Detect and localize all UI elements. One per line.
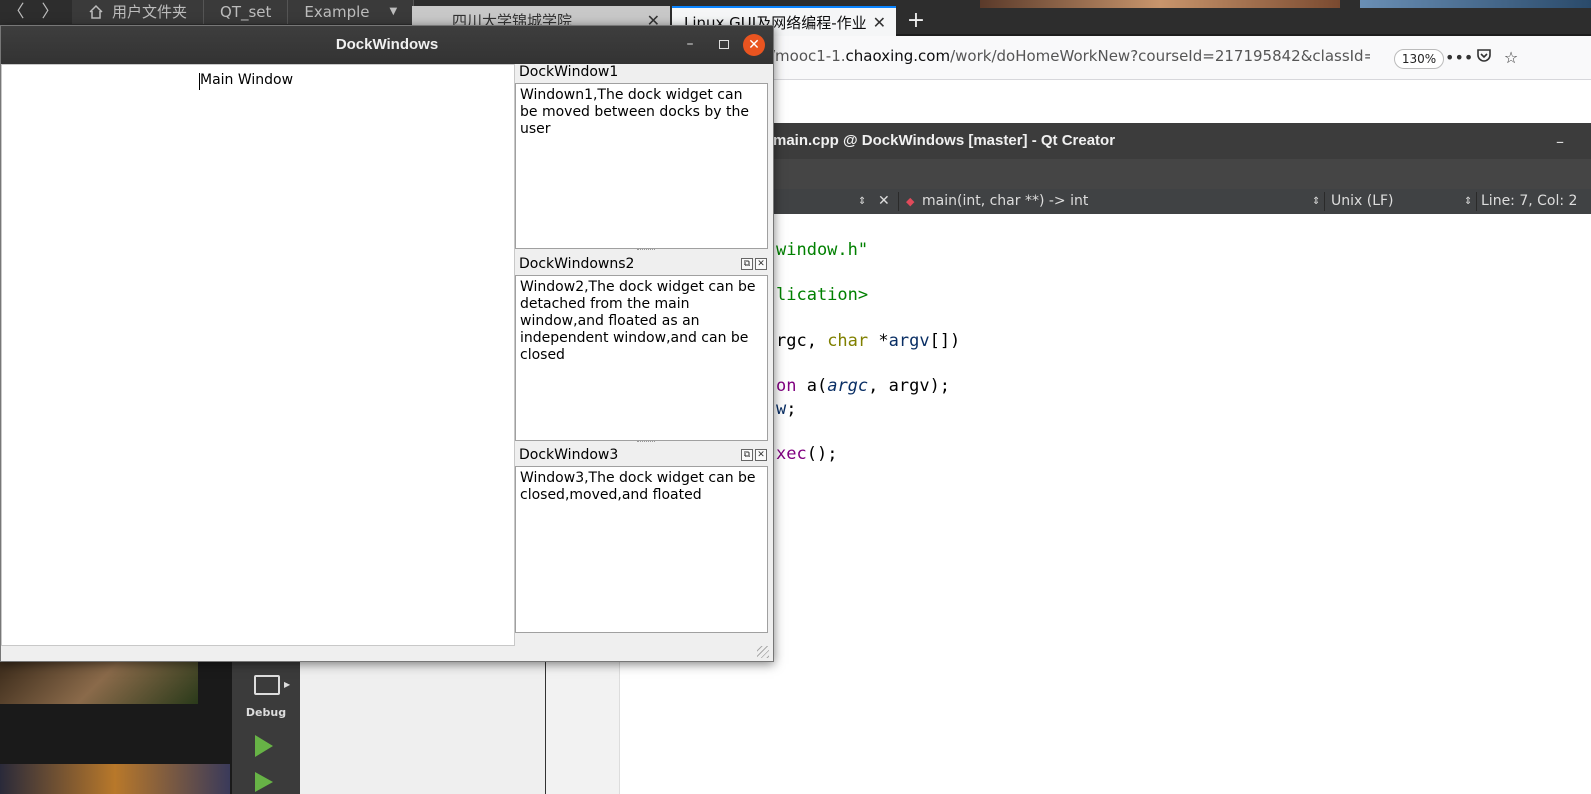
dock-text-area[interactable]: Windown1,The dock widget can be moved be… xyxy=(515,83,768,249)
url-host: chaoxing.com xyxy=(845,47,951,65)
status-bar xyxy=(1,646,773,661)
wallpaper-photo xyxy=(0,764,230,794)
breadcrumb-home[interactable]: 用户文件夹 xyxy=(72,0,205,24)
pocket-icon[interactable] xyxy=(1473,47,1495,69)
qt-side-panel xyxy=(300,660,546,794)
qt-toolbar xyxy=(750,159,1591,189)
minimize-button[interactable]: – xyxy=(682,34,698,54)
dockwindows-app: DockWindows – ✕ Main Window DockWindow1 … xyxy=(0,25,774,662)
home-icon xyxy=(89,4,103,19)
dock-buttons: ⧉ ✕ xyxy=(741,449,767,461)
window-title: main.cpp @ DockWindows [master] - Qt Cre… xyxy=(773,132,1116,149)
close-document-button[interactable]: ✕ xyxy=(878,189,890,214)
new-tab-button[interactable]: + xyxy=(900,6,932,36)
code-line: on a(argc, argv); xyxy=(776,376,951,396)
function-selector[interactable]: main(int, char **) -> int xyxy=(922,189,1088,214)
debug-run-icon[interactable] xyxy=(255,772,273,792)
central-label: Main Window xyxy=(200,72,294,88)
monitor-icon[interactable] xyxy=(254,675,280,695)
minimize-button[interactable]: – xyxy=(1556,132,1564,151)
function-icon: ◆ xyxy=(906,195,915,208)
close-icon[interactable]: ✕ xyxy=(755,258,767,270)
zoom-badge[interactable]: 130% xyxy=(1394,49,1444,69)
editor-toolbar: ⇕ ✕ ◆ main(int, char **) -> int ⇕ Unix (… xyxy=(750,189,1591,214)
bookmark-star-icon[interactable]: ☆ xyxy=(1500,47,1522,69)
breadcrumb-label: 用户文件夹 xyxy=(112,3,188,21)
breadcrumb-example[interactable]: Example ▼ xyxy=(288,0,415,24)
breadcrumb-label: QT_set xyxy=(220,3,272,21)
dock-title[interactable]: DockWindow1 xyxy=(519,64,618,80)
line-ending-selector[interactable]: Unix (LF) xyxy=(1331,189,1394,214)
url-path: /work/doHomeWorkNew?courseId=217195842&c… xyxy=(950,47,1370,65)
wallpaper-photo xyxy=(0,660,198,704)
url-field[interactable]: /mooc1-1.chaoxing.com/work/doHomeWorkNew… xyxy=(770,47,1370,65)
wallpaper-photo xyxy=(980,0,1340,8)
dock-text-area[interactable]: Window2,The dock widget can be detached … xyxy=(515,275,768,441)
dock-buttons: ⧉ ✕ xyxy=(741,258,767,270)
chevron-right-icon[interactable]: ▶ xyxy=(284,680,290,689)
breadcrumb-label: Example xyxy=(304,3,370,21)
code-line: lication> xyxy=(776,285,869,305)
chevron-updown-icon[interactable]: ⇕ xyxy=(1464,189,1472,214)
code-line: xec(); xyxy=(776,444,838,464)
close-icon[interactable]: ✕ xyxy=(873,8,886,36)
maximize-button[interactable] xyxy=(719,40,729,49)
dock-splitter[interactable] xyxy=(637,249,655,252)
code-line: window.h" xyxy=(776,240,869,260)
dock-splitter[interactable] xyxy=(637,441,655,444)
wallpaper-photo xyxy=(1360,0,1591,8)
more-icon[interactable]: ••• xyxy=(1445,47,1473,69)
close-icon[interactable]: ✕ xyxy=(755,449,767,461)
close-button[interactable]: ✕ xyxy=(743,34,765,56)
breadcrumb-qt-set[interactable]: QT_set xyxy=(204,0,289,24)
chevron-down-icon[interactable]: ▼ xyxy=(390,0,398,24)
url-prefix: /mooc1-1. xyxy=(770,47,846,65)
dock-text-area[interactable]: Window3,The dock widget can be closed,mo… xyxy=(515,466,768,633)
float-icon[interactable]: ⧉ xyxy=(741,258,753,270)
browser-page xyxy=(750,80,1591,124)
code-line: w; xyxy=(776,399,797,419)
build-config-label: Debug xyxy=(245,706,287,719)
cursor-position[interactable]: Line: 7, Col: 2 xyxy=(1481,189,1577,214)
app-title: DockWindows xyxy=(335,36,439,53)
chevron-updown-icon[interactable]: ⇕ xyxy=(1312,189,1320,214)
files-forward-button[interactable]: 〉 xyxy=(38,0,62,24)
files-breadcrumb: 用户文件夹 QT_set Example ▼ xyxy=(72,0,415,24)
file-selector-arrows[interactable]: ⇕ xyxy=(858,189,866,214)
resize-grip[interactable] xyxy=(757,646,769,658)
code-line: rgc, char *argv[]) xyxy=(776,331,961,351)
float-icon[interactable]: ⧉ xyxy=(741,449,753,461)
dock-title[interactable]: DockWindow3 xyxy=(519,447,618,463)
central-widget[interactable]: Main Window xyxy=(1,64,515,646)
run-icon[interactable] xyxy=(255,735,273,757)
dock-title[interactable]: DockWindowns2 xyxy=(519,256,634,272)
files-back-button[interactable]: 〈 xyxy=(4,0,28,24)
